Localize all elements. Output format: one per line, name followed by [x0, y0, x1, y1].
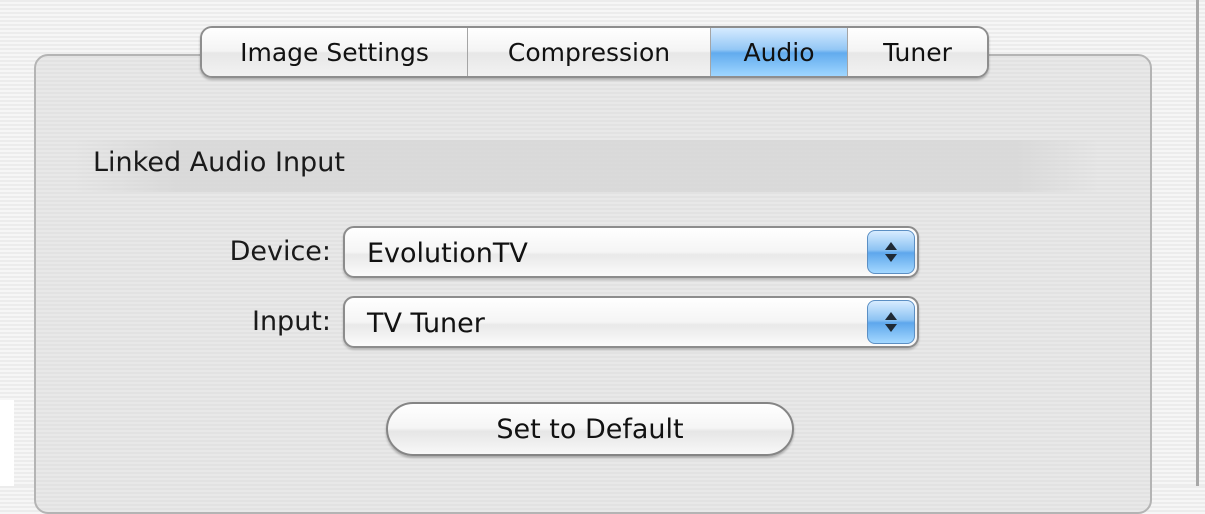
- device-label: Device:: [229, 236, 331, 267]
- device-value: EvolutionTV: [367, 238, 528, 269]
- up-down-chevron-icon: [867, 300, 915, 344]
- left-background-strip: [0, 400, 14, 486]
- input-label: Input:: [251, 306, 331, 337]
- device-popup[interactable]: EvolutionTV: [343, 226, 919, 278]
- tab-compression[interactable]: Compression: [468, 28, 711, 76]
- tab-tuner[interactable]: Tuner: [848, 28, 987, 76]
- tab-image-settings[interactable]: Image Settings: [202, 28, 468, 76]
- tab-bar: Image Settings Compression Audio Tuner: [200, 26, 989, 78]
- tab-audio[interactable]: Audio: [711, 28, 848, 76]
- input-value: TV Tuner: [367, 308, 485, 339]
- window-edge: [1196, 0, 1199, 486]
- up-down-chevron-icon: [867, 230, 915, 274]
- input-popup[interactable]: TV Tuner: [343, 296, 919, 348]
- set-to-default-button[interactable]: Set to Default: [386, 402, 794, 456]
- section-title: Linked Audio Input: [93, 147, 345, 178]
